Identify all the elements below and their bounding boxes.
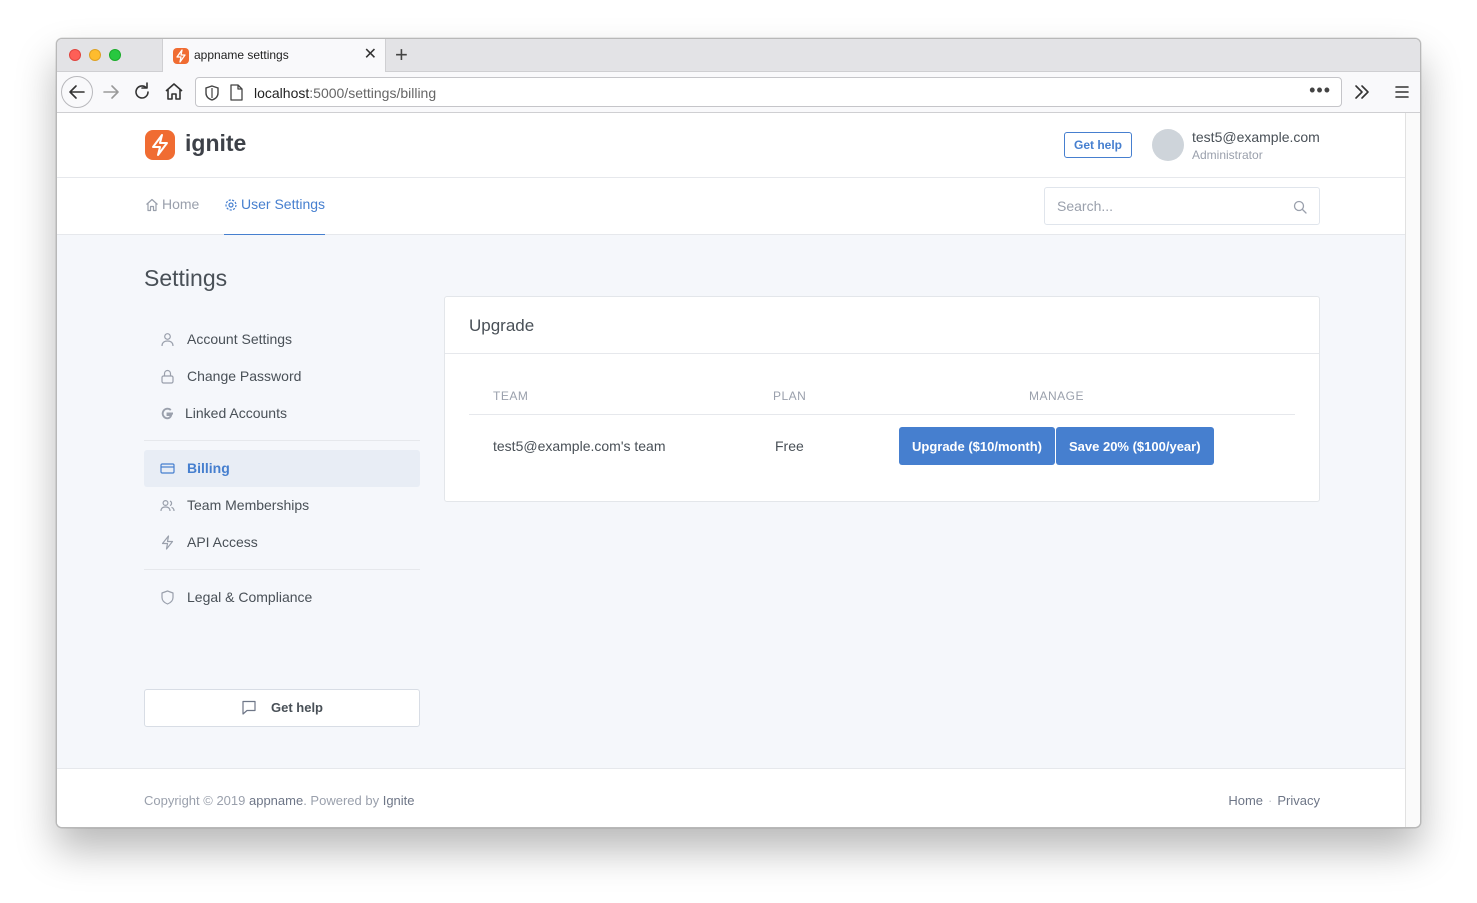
footer-links: Home · Privacy — [1228, 793, 1320, 808]
team-name-cell: test5@example.com's team — [493, 438, 666, 454]
home-icon — [146, 198, 158, 212]
vertical-scrollbar[interactable] — [1405, 113, 1420, 827]
zap-icon — [161, 535, 174, 550]
user-role: Administrator — [1192, 148, 1263, 162]
sidebar-item-label: Legal & Compliance — [187, 589, 313, 605]
google-icon — [161, 407, 173, 420]
reload-icon[interactable] — [128, 78, 156, 106]
footer-link-home[interactable]: Home — [1228, 793, 1263, 808]
lock-icon — [161, 369, 174, 384]
browser-tab[interactable]: appname settings ✕ — [162, 39, 386, 72]
column-header-team: TEAM — [493, 389, 529, 403]
page-actions-icon[interactable]: ••• — [1309, 80, 1331, 101]
user-icon — [161, 333, 174, 347]
upgrade-monthly-button[interactable]: Upgrade ($10/month) — [899, 427, 1056, 465]
new-tab-icon[interactable]: + — [395, 43, 408, 67]
sidebar-divider — [144, 440, 420, 441]
sidebar-item-legal-compliance[interactable]: Legal & Compliance — [144, 579, 420, 616]
search-input[interactable] — [1045, 188, 1319, 224]
credit-card-icon — [160, 463, 175, 474]
footer-app-link[interactable]: appname — [249, 793, 303, 808]
message-square-icon — [242, 700, 256, 715]
settings-sidebar: Account Settings Change Password Linked … — [144, 321, 420, 616]
card-title: Upgrade — [469, 316, 535, 335]
sidebar-item-account-settings[interactable]: Account Settings — [144, 321, 420, 358]
column-header-plan: PLAN — [773, 389, 807, 403]
arrow-left-icon — [69, 85, 85, 99]
browser-window: appname settings ✕ + localhost:5000/sett… — [56, 38, 1421, 828]
page-viewport: ignite Get help test5@example.com Admini… — [57, 113, 1407, 827]
sidebar-item-label: Change Password — [187, 368, 302, 384]
sidebar-item-label: Billing — [187, 460, 230, 476]
user-email[interactable]: test5@example.com — [1192, 129, 1320, 145]
footer-separator: · — [1268, 793, 1273, 808]
card-header: Upgrade — [445, 297, 1319, 354]
close-window-button[interactable] — [69, 49, 81, 61]
sidebar-item-billing[interactable]: Billing — [144, 450, 420, 487]
get-help-button[interactable]: Get help — [1064, 132, 1133, 158]
nav-home[interactable]: Home — [145, 196, 199, 235]
nav-user-settings-label: User Settings — [241, 196, 326, 212]
url-text[interactable]: localhost:5000/settings/billing — [254, 85, 436, 101]
search-icon[interactable] — [1293, 200, 1307, 214]
footer-copyright: Copyright © 2019 appname. Powered by Ign… — [144, 793, 415, 808]
navigation-toolbar: localhost:5000/settings/billing ••• — [57, 72, 1420, 113]
site-footer: Copyright © 2019 appname. Powered by Ign… — [57, 768, 1407, 827]
logo-icon[interactable] — [145, 130, 175, 160]
favicon-icon — [173, 48, 189, 64]
sub-navigation: Home User Settings — [57, 178, 1407, 235]
forward-icon[interactable] — [97, 78, 125, 106]
sidebar-item-change-password[interactable]: Change Password — [144, 358, 420, 395]
column-header-manage: MANAGE — [1029, 389, 1085, 403]
shield-icon — [161, 590, 174, 605]
home-icon[interactable] — [160, 78, 188, 106]
page-icon — [230, 84, 243, 101]
sidebar-item-team-memberships[interactable]: Team Memberships — [144, 487, 420, 524]
gear-icon — [225, 199, 237, 211]
nav-user-settings[interactable]: User Settings — [224, 196, 326, 235]
sidebar-item-label: Linked Accounts — [185, 405, 287, 421]
settings-heading: Settings — [144, 265, 228, 291]
footer-link-privacy[interactable]: Privacy — [1277, 793, 1320, 808]
tab-title: appname settings — [194, 48, 289, 62]
search-box — [1044, 187, 1320, 225]
get-help-label: Get help — [270, 700, 323, 715]
tab-strip: appname settings ✕ + — [57, 39, 1420, 72]
sidebar-get-help-button[interactable]: Get help — [144, 689, 420, 727]
sidebar-item-api-access[interactable]: API Access — [144, 524, 420, 561]
shield-icon[interactable] — [205, 85, 219, 101]
sidebar-divider — [144, 569, 420, 570]
back-button[interactable] — [61, 76, 93, 108]
plan-cell: Free — [775, 438, 804, 454]
upgrade-card: Upgrade TEAM PLAN MANAGE test5@example.c… — [444, 296, 1320, 502]
hamburger-menu-icon[interactable] — [1388, 78, 1416, 106]
minimize-window-button[interactable] — [89, 49, 101, 61]
site-header: ignite Get help test5@example.com Admini… — [57, 113, 1407, 178]
sidebar-item-label: Account Settings — [187, 331, 293, 347]
sidebar-item-label: API Access — [187, 534, 258, 550]
sidebar-item-label: Team Memberships — [187, 497, 310, 513]
sidebar-item-linked-accounts[interactable]: Linked Accounts — [144, 395, 420, 432]
address-bar[interactable]: localhost:5000/settings/billing ••• — [195, 77, 1342, 107]
table-header-divider — [469, 414, 1295, 415]
zoom-window-button[interactable] — [109, 49, 121, 61]
logo-text[interactable]: ignite — [185, 130, 246, 157]
overflow-chevrons-icon[interactable] — [1348, 78, 1376, 106]
users-icon — [160, 499, 175, 512]
upgrade-yearly-button[interactable]: Save 20% ($100/year) — [1056, 427, 1214, 465]
avatar[interactable] — [1152, 129, 1184, 161]
nav-home-label: Home — [162, 196, 200, 212]
close-tab-icon[interactable]: ✕ — [364, 45, 377, 65]
footer-ignite-link[interactable]: Ignite — [383, 793, 415, 808]
